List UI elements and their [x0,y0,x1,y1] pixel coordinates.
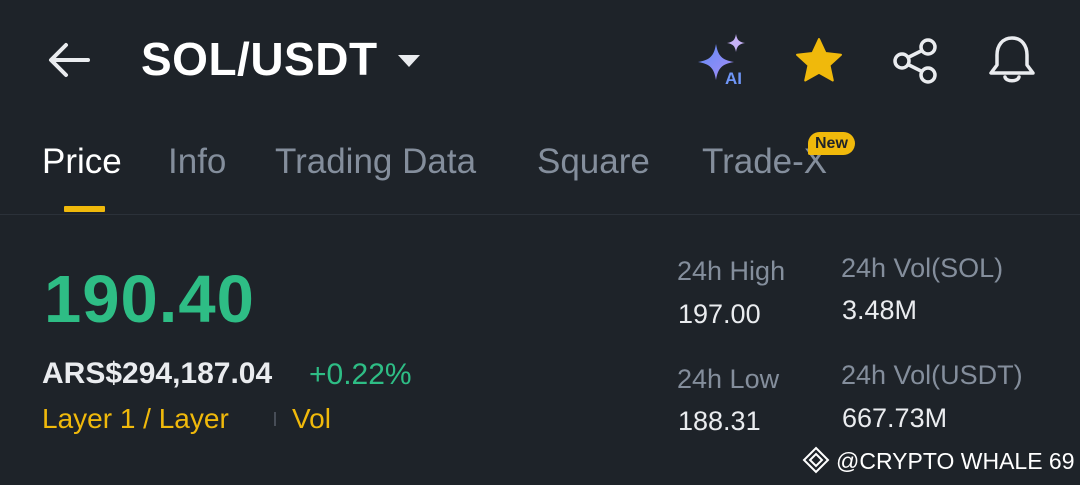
change-percent: +0.22% [309,358,412,391]
star-icon[interactable] [793,36,845,86]
last-price: 190.40 [44,262,255,337]
back-arrow-icon[interactable] [44,40,94,80]
vol-base-label: 24h Vol(SOL) [841,253,1004,283]
category-tag[interactable]: Layer 1 / Layer [42,403,229,435]
high-24h-label: 24h High [677,256,786,286]
active-tab-indicator [64,206,105,212]
watermark-text: @CRYPTO WHALE 69 [836,448,1075,474]
low-24h-label: 24h Low [677,364,780,394]
divider [0,214,1080,215]
ai-badge-label: AI [725,69,742,88]
tab-trading-data[interactable]: Trading Data [275,142,476,182]
vol-tag[interactable]: Vol [292,403,331,435]
ai-sparkle-icon[interactable]: AI [696,34,754,88]
vol-quote-value: 667.73M [842,403,948,433]
chevron-down-icon[interactable] [396,53,422,69]
tag-separator [274,412,276,426]
bell-icon[interactable] [986,34,1038,86]
low-24h-value: 188.31 [678,406,761,436]
tab-square[interactable]: Square [537,142,650,182]
fiat-price: ARS$294,187.04 [42,357,273,390]
high-24h-value: 197.00 [678,299,761,329]
vol-quote-label: 24h Vol(USDT) [841,360,1023,390]
binance-logo-icon [802,446,830,474]
vol-base-value: 3.48M [842,295,918,325]
new-badge: New [808,132,855,155]
tab-info[interactable]: Info [168,142,226,182]
share-icon[interactable] [890,36,942,86]
tab-price[interactable]: Price [42,142,122,182]
pair-title[interactable]: SOL/USDT [141,32,378,86]
